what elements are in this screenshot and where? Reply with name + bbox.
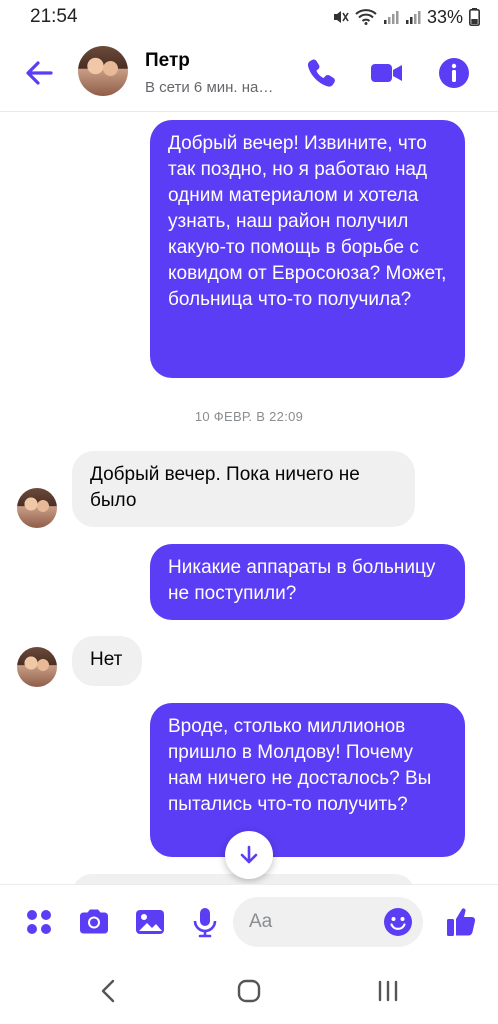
message-bubble-outgoing[interactable]: Добрый вечер! Извините, что так поздно, … — [150, 120, 465, 378]
battery-icon — [469, 8, 480, 26]
system-nav-bar — [0, 958, 498, 1024]
contact-status: В сети 6 мин. на… — [145, 79, 274, 96]
back-arrow-icon[interactable] — [22, 56, 56, 90]
message-bubble-outgoing[interactable]: Никакие аппараты в больницу не поступили… — [150, 544, 465, 620]
message-timestamp: 10 ФЕВР. В 22:09 — [194, 409, 304, 424]
nav-back-icon[interactable] — [92, 976, 126, 1006]
nav-home-icon[interactable] — [232, 976, 266, 1006]
wifi-icon — [355, 9, 377, 25]
message-composer — [0, 884, 498, 958]
arrow-down-icon — [240, 845, 258, 864]
thumbs-up-icon[interactable] — [445, 905, 479, 939]
message-bubble-outgoing[interactable]: Вроде, столько миллионов пришло в Молдов… — [150, 703, 465, 857]
nav-recents-icon[interactable] — [371, 976, 405, 1006]
camera-icon[interactable] — [77, 905, 111, 939]
apps-icon[interactable] — [22, 905, 56, 939]
info-icon[interactable] — [437, 56, 471, 90]
phone-icon[interactable] — [304, 56, 338, 90]
message-input[interactable] — [249, 909, 379, 935]
message-bubble-incoming[interactable]: Нет — [72, 636, 142, 686]
status-bar: 21:54 33% — [0, 0, 498, 34]
sender-avatar[interactable] — [17, 647, 57, 687]
contact-name[interactable]: Петр — [145, 50, 190, 72]
scroll-to-bottom-button[interactable] — [225, 831, 273, 879]
message-list[interactable]: Добрый вечер! Извините, что так поздно, … — [0, 112, 498, 884]
status-icons: 33% — [331, 7, 480, 28]
contact-avatar[interactable] — [78, 46, 128, 96]
battery-percent: 33% — [426, 6, 463, 27]
status-time: 21:54 — [30, 6, 78, 27]
microphone-icon[interactable] — [188, 905, 222, 939]
sender-avatar[interactable] — [17, 488, 57, 528]
signal-icon-1 — [383, 11, 399, 24]
message-bubble-incoming[interactable]: Добрый вечер. Пока ничего не было — [72, 451, 415, 527]
video-camera-icon[interactable] — [370, 56, 404, 90]
chat-header: Петр В сети 6 мин. на… — [0, 34, 498, 112]
emoji-icon[interactable] — [383, 907, 413, 937]
signal-icon-2 — [405, 11, 421, 24]
gallery-icon[interactable] — [133, 905, 167, 939]
mute-icon — [333, 11, 349, 23]
message-input-container[interactable] — [233, 897, 423, 947]
messenger-chat-screen: 21:54 33% Петр В сети 6 мин. на… Добрый … — [0, 0, 498, 1024]
